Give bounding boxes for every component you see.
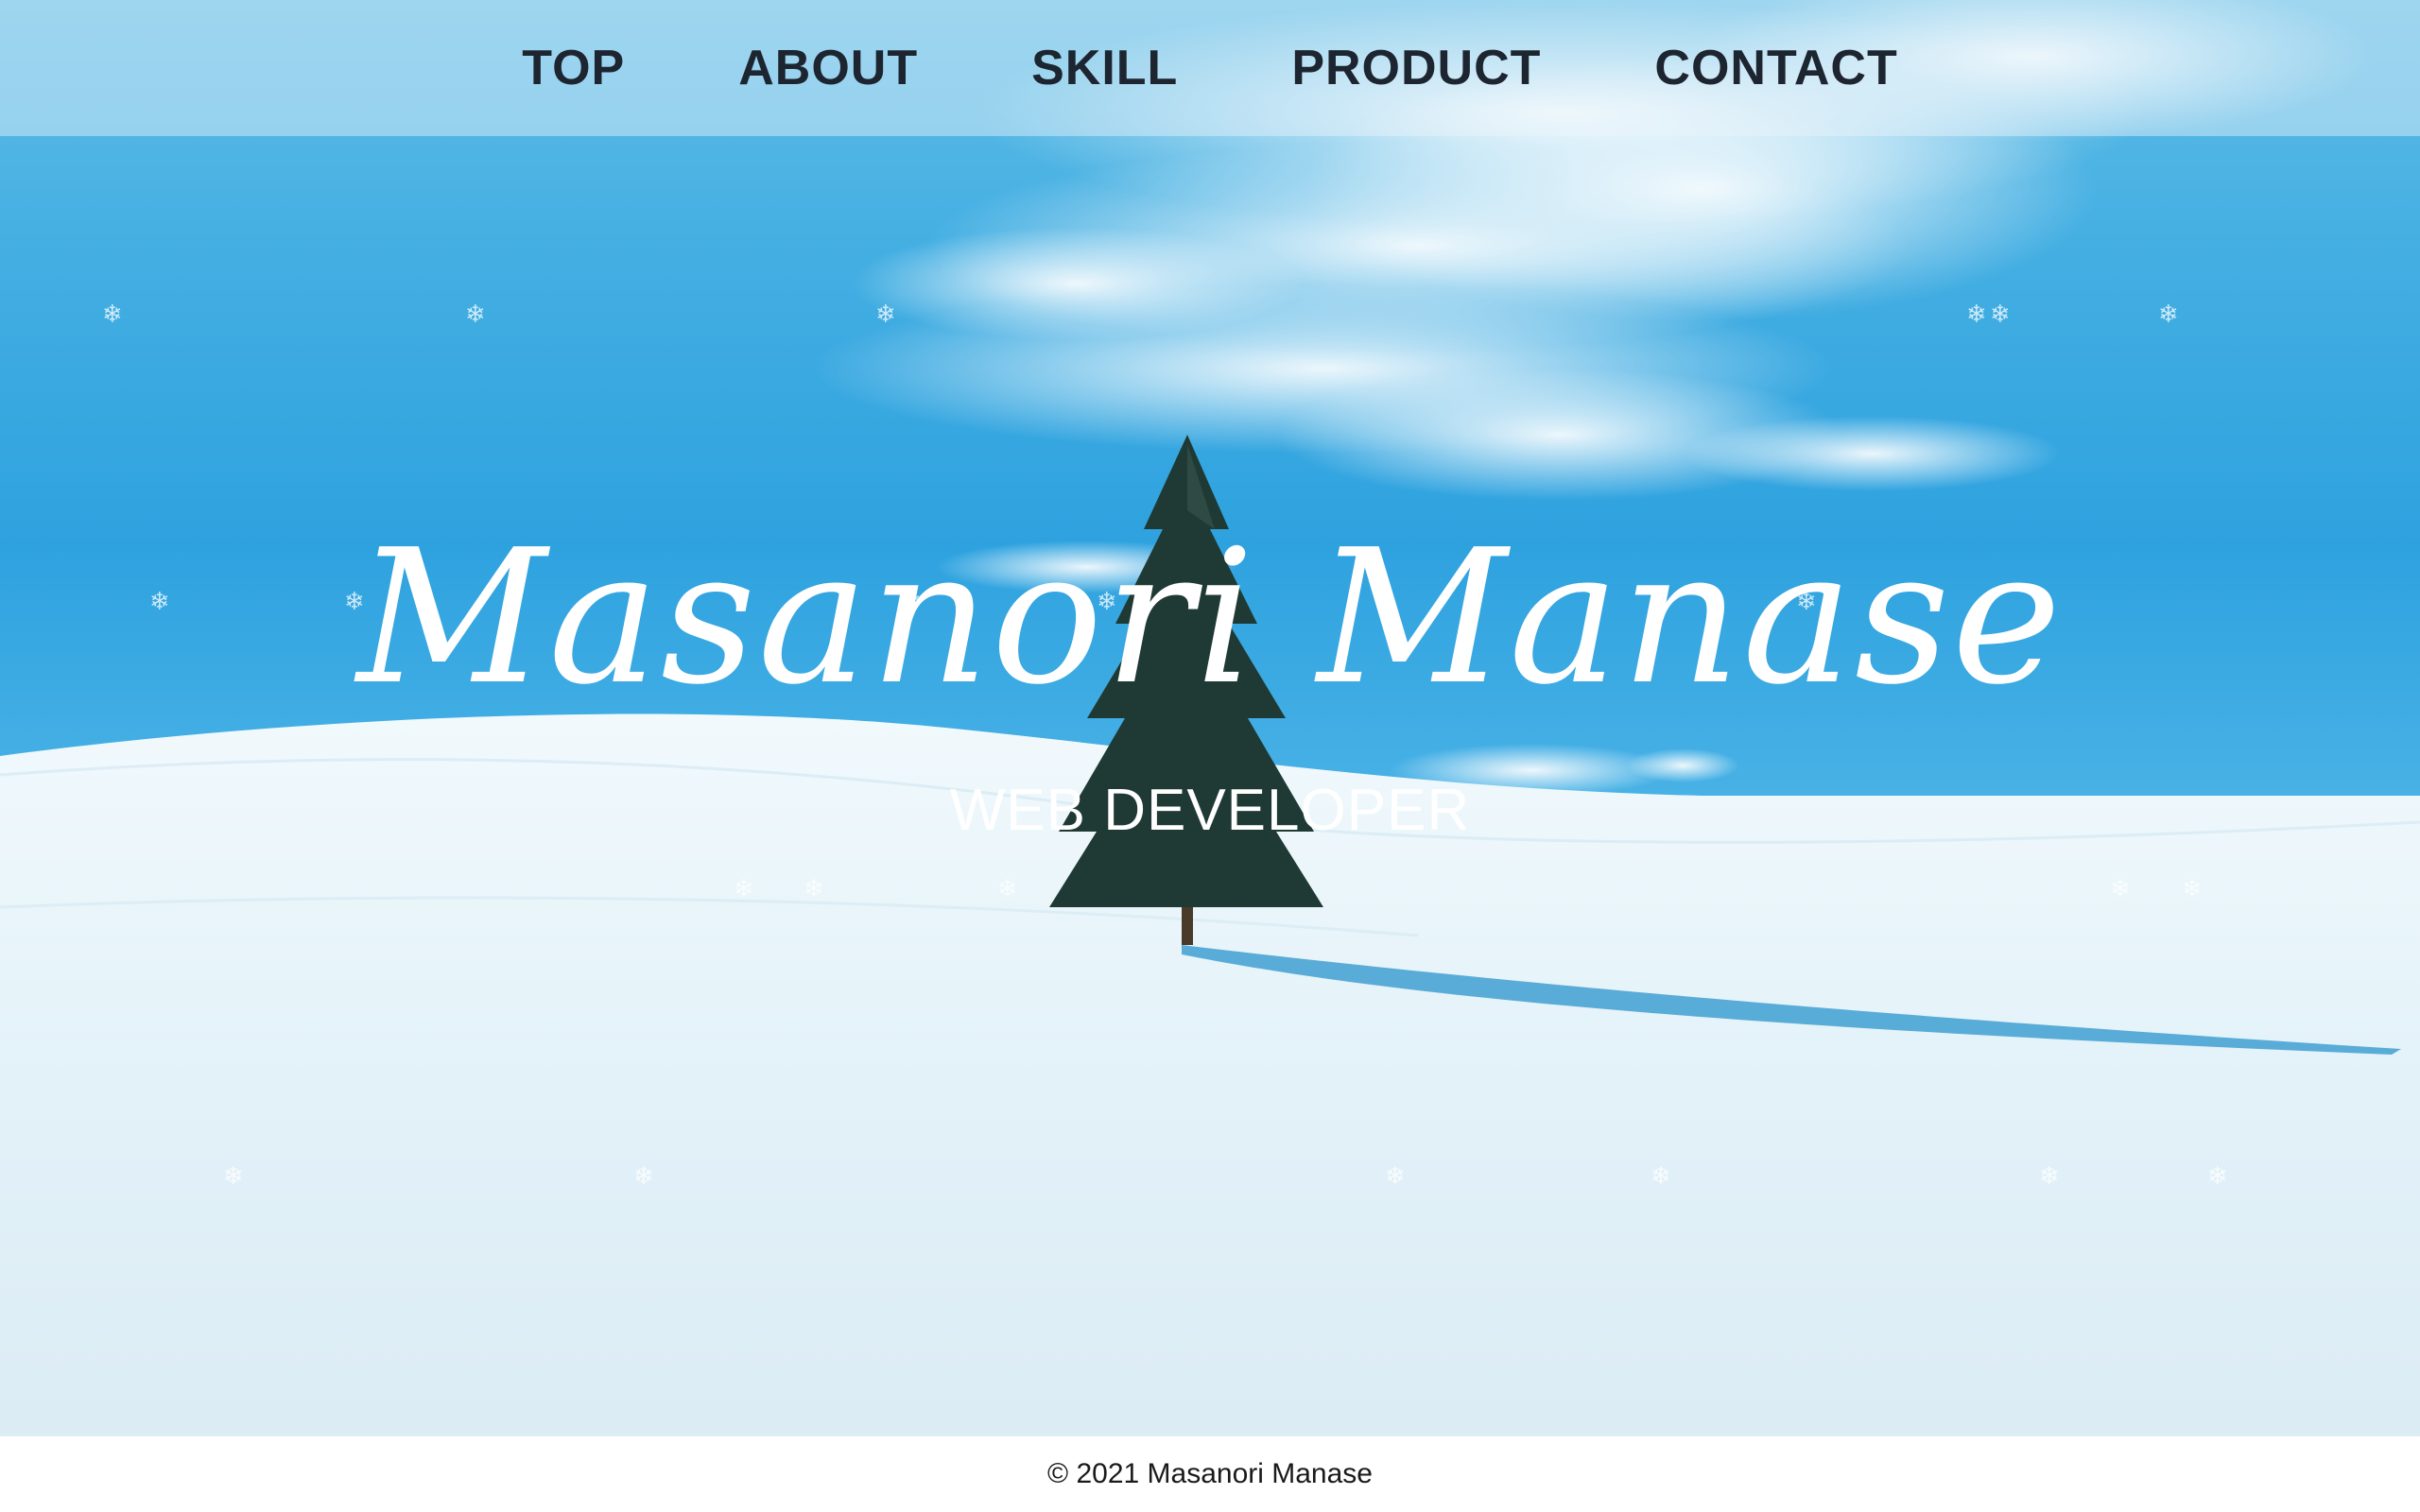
copyright-text: © 2021 Masanori Manase [1047, 1458, 1373, 1489]
nav-link-product[interactable]: PRODUCT [1291, 40, 1541, 96]
snowflake-icon: ❄ [223, 1162, 244, 1191]
snowflake-icon: ❄ [1990, 301, 2011, 329]
snowflake-icon: ❄ [1385, 1162, 1406, 1191]
snowflake-icon: ❄ [804, 875, 824, 903]
snowflake-icon: ❄ [2158, 301, 2179, 329]
snowflake-icon: ❄ [997, 875, 1018, 903]
hero-section: TOP ABOUT SKILL PRODUCT CONTACT ❄ ❄ ❄ ❄ … [0, 0, 2420, 1436]
snowflake-icon: ❄ [1966, 301, 1987, 329]
snowflake-icon: ❄ [2207, 1162, 2228, 1191]
snowflake-icon: ❄ [2039, 1162, 2060, 1191]
top-navigation: TOP ABOUT SKILL PRODUCT CONTACT [0, 0, 2420, 136]
snowflake-icon: ❄ [465, 301, 486, 329]
snowflake-icon: ❄ [633, 1162, 654, 1191]
snowflake-icon: ❄ [2110, 875, 2131, 903]
snowflake-icon: ❄ [734, 875, 754, 903]
snowflake-icon: ❄ [1651, 1162, 1671, 1191]
nav-link-about[interactable]: ABOUT [738, 40, 918, 96]
nav-link-skill[interactable]: SKILL [1031, 40, 1178, 96]
page-footer: © 2021 Masanori Manase [0, 1436, 2420, 1512]
nav-link-top[interactable]: TOP [522, 40, 625, 96]
nav-link-contact[interactable]: CONTACT [1654, 40, 1897, 96]
snowflake-icon: ❄ [102, 301, 123, 329]
hero-subtitle: WEB DEVELOPER [949, 778, 1471, 843]
snowflake-icon: ❄ [2182, 875, 2203, 903]
snowflake-icon: ❄ [875, 301, 896, 329]
hero-title: Masanori Manase [356, 510, 2064, 726]
